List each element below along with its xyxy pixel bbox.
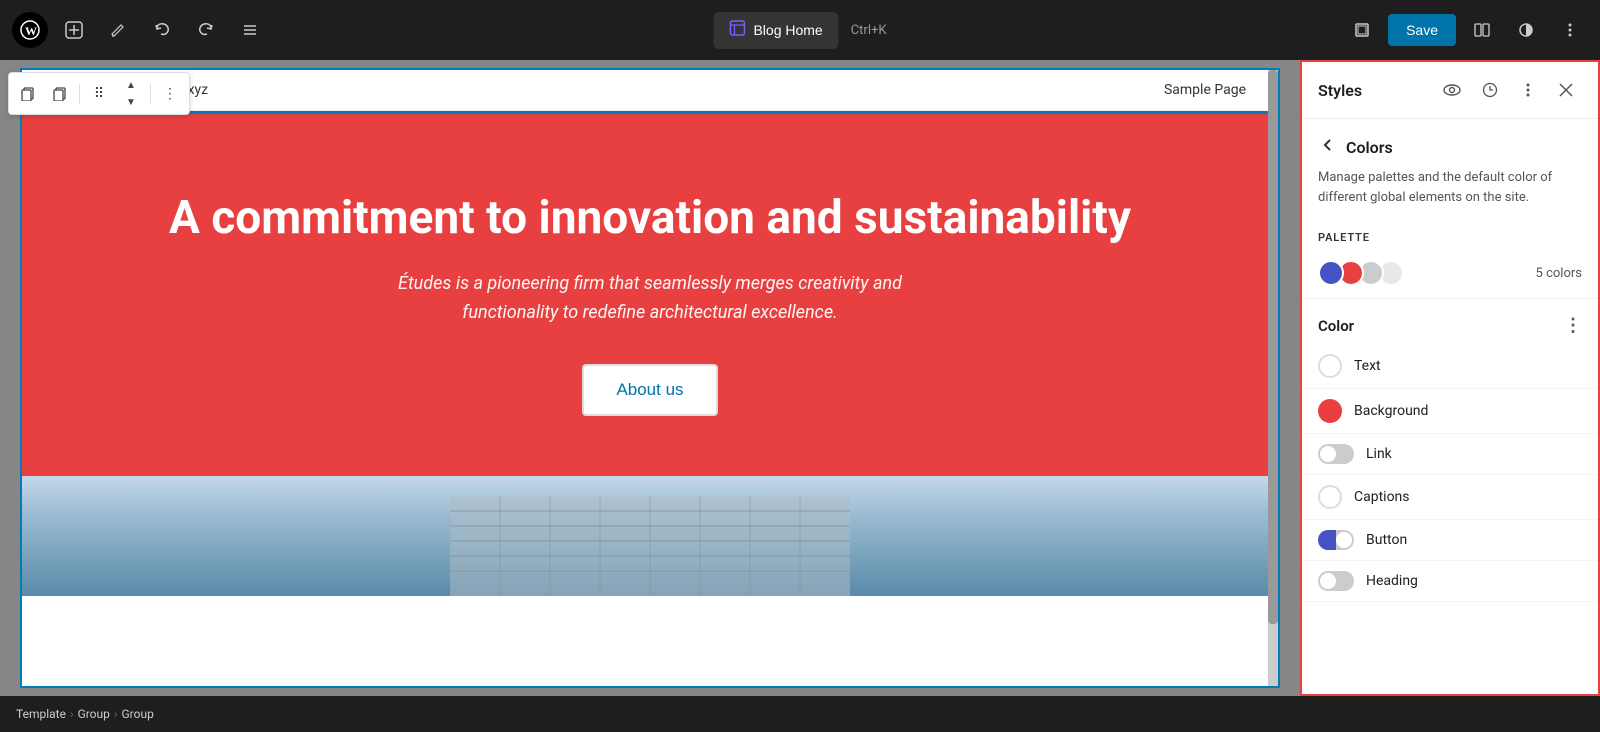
color-item-heading[interactable]: Heading bbox=[1302, 561, 1598, 602]
scrollbar[interactable] bbox=[1268, 70, 1278, 686]
building-illustration bbox=[22, 476, 1278, 596]
keyboard-shortcut: Ctrl+K bbox=[851, 23, 887, 38]
background-color-indicator bbox=[1318, 399, 1342, 423]
captions-color-indicator bbox=[1318, 485, 1342, 509]
panel-more-button[interactable] bbox=[1512, 74, 1544, 106]
site-nav: ning-bb7c24.instawp.xyz Sample Page bbox=[22, 70, 1278, 111]
link-color-label: Link bbox=[1366, 446, 1392, 462]
breadcrumb-item-group2[interactable]: Group bbox=[122, 707, 154, 721]
block-more-button[interactable]: ⋮ bbox=[155, 79, 185, 109]
move-up-button[interactable]: ▲ bbox=[116, 77, 146, 93]
block-toolbar: ⠿ ▲ ▼ ⋮ bbox=[8, 72, 190, 115]
breadcrumb-sep-2: › bbox=[114, 707, 118, 721]
editor-area: ⠿ ▲ ▼ ⋮ ning-bb7c24.instawp.xyz Sample P… bbox=[0, 60, 1300, 696]
list-view-button[interactable] bbox=[232, 12, 268, 48]
button-toggle-indicator bbox=[1318, 530, 1354, 550]
about-us-button[interactable]: About us bbox=[582, 364, 717, 416]
redo-button[interactable] bbox=[188, 12, 224, 48]
hero-title: A commitment to innovation and sustainab… bbox=[62, 191, 1238, 246]
close-panel-button[interactable] bbox=[1550, 74, 1582, 106]
background-color-label: Background bbox=[1354, 403, 1428, 419]
drag-handle[interactable]: ⠿ bbox=[84, 79, 114, 109]
color-section-more-button[interactable]: ⋮ bbox=[1564, 315, 1582, 336]
copy-block-button[interactable] bbox=[13, 79, 43, 109]
heading-color-label: Heading bbox=[1366, 573, 1418, 589]
colors-description: Manage palettes and the default color of… bbox=[1302, 168, 1598, 223]
text-color-label: Text bbox=[1354, 358, 1381, 374]
link-toggle-indicator bbox=[1318, 444, 1354, 464]
scrollbar-thumb[interactable] bbox=[1268, 70, 1278, 624]
palette-count: 5 colors bbox=[1536, 266, 1582, 281]
eye-icon-button[interactable] bbox=[1436, 74, 1468, 106]
add-block-button[interactable] bbox=[56, 12, 92, 48]
split-view-button[interactable] bbox=[1464, 12, 1500, 48]
more-options-button[interactable] bbox=[1552, 12, 1588, 48]
page-link[interactable]: Sample Page bbox=[1164, 82, 1246, 98]
blog-home-button[interactable]: Blog Home bbox=[713, 12, 838, 49]
pen-tool-button[interactable] bbox=[100, 12, 136, 48]
save-button[interactable]: Save bbox=[1388, 14, 1456, 46]
color-item-captions[interactable]: Captions bbox=[1302, 475, 1598, 520]
blog-home-label: Blog Home bbox=[753, 22, 822, 38]
duplicate-block-button[interactable] bbox=[45, 79, 75, 109]
color-item-text[interactable]: Text bbox=[1302, 344, 1598, 389]
canvas-wrapper: ning-bb7c24.instawp.xyz Sample Page A co… bbox=[20, 68, 1280, 688]
main-area: ⠿ ▲ ▼ ⋮ ning-bb7c24.instawp.xyz Sample P… bbox=[0, 60, 1600, 696]
colors-header: Colors bbox=[1302, 119, 1598, 168]
text-color-indicator bbox=[1318, 354, 1342, 378]
hero-section: A commitment to innovation and sustainab… bbox=[22, 111, 1278, 476]
breadcrumb: Template › Group › Group bbox=[0, 696, 1600, 732]
swatch-blue bbox=[1318, 260, 1344, 286]
template-icon bbox=[729, 20, 745, 41]
toolbar-divider-2 bbox=[150, 84, 151, 104]
undo-button[interactable] bbox=[144, 12, 180, 48]
wp-logo[interactable]: W bbox=[12, 12, 48, 48]
palette-row[interactable]: 5 colors bbox=[1302, 248, 1598, 299]
heading-toggle-indicator bbox=[1318, 571, 1354, 591]
color-item-background[interactable]: Background bbox=[1302, 389, 1598, 434]
colors-section-title: Colors bbox=[1346, 138, 1393, 157]
toolbar-center: Blog Home Ctrl+K bbox=[713, 12, 886, 49]
dark-mode-button[interactable] bbox=[1508, 12, 1544, 48]
captions-color-label: Captions bbox=[1354, 489, 1410, 505]
toolbar-divider bbox=[79, 84, 80, 104]
breadcrumb-item-template[interactable]: Template bbox=[16, 707, 66, 721]
panel-title: Styles bbox=[1318, 81, 1362, 100]
color-item-button[interactable]: Button bbox=[1302, 520, 1598, 561]
building-image bbox=[22, 476, 1278, 596]
palette-swatches bbox=[1318, 260, 1404, 286]
panel-header-icons bbox=[1436, 74, 1582, 106]
back-button[interactable] bbox=[1318, 135, 1338, 160]
svg-text:W: W bbox=[25, 24, 37, 38]
palette-label: PALETTE bbox=[1302, 223, 1598, 248]
panel-header: Styles bbox=[1302, 62, 1598, 119]
move-down-button[interactable]: ▼ bbox=[116, 94, 146, 110]
toolbar-right: Save bbox=[1344, 12, 1588, 48]
view-button[interactable] bbox=[1344, 12, 1380, 48]
styles-panel: Styles bbox=[1300, 60, 1600, 696]
color-section-title-text: Color bbox=[1318, 317, 1354, 335]
hero-subtitle: Études is a pioneering firm that seamles… bbox=[350, 270, 950, 328]
breadcrumb-sep-1: › bbox=[70, 707, 74, 721]
top-toolbar: W bbox=[0, 0, 1600, 60]
button-color-label: Button bbox=[1366, 532, 1407, 548]
history-icon-button[interactable] bbox=[1474, 74, 1506, 106]
color-section-header: Color ⋮ bbox=[1302, 299, 1598, 344]
breadcrumb-item-group1[interactable]: Group bbox=[78, 707, 110, 721]
color-item-link[interactable]: Link bbox=[1302, 434, 1598, 475]
